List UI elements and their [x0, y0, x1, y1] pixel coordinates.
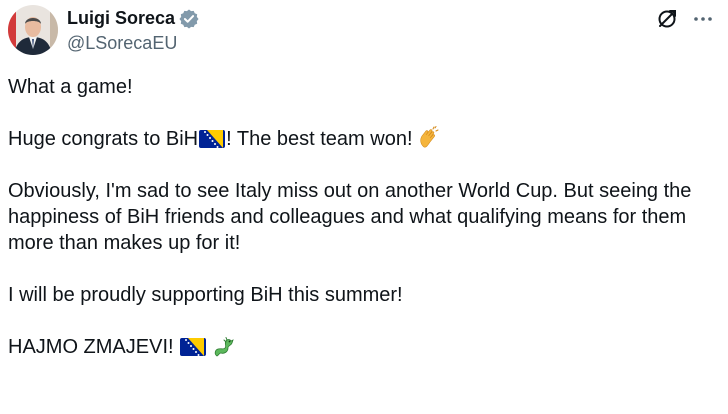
more-options-icon[interactable] [692, 8, 714, 30]
clapping-hands-icon [417, 126, 441, 150]
bih-flag-icon [180, 337, 207, 356]
tweet-line-3: Obviously, I'm sad to see Italy miss out… [8, 180, 692, 254]
tweet-card: Luigi Soreca @LSorecaEU What a game! Hug… [0, 0, 728, 414]
grok-icon[interactable] [656, 8, 678, 30]
tweet-line-2-start: Huge congrats to BiH [8, 128, 199, 150]
tweet-text: What a game! Huge congrats to BiH ! The b… [8, 74, 720, 386]
tweet-line-5-text: HAJMO ZMAJEVI! [8, 336, 174, 358]
verified-badge-icon [179, 8, 199, 29]
tweet-line-2-end: ! The best team won! [226, 128, 413, 150]
tweet-line-2: Huge congrats to BiH ! The best team won! [8, 126, 720, 152]
tweet-header: Luigi Soreca @LSorecaEU [8, 4, 199, 56]
author-names: Luigi Soreca @LSorecaEU [67, 7, 199, 54]
author-avatar[interactable] [8, 5, 58, 55]
tweet-line-4: I will be proudly supporting BiH this su… [8, 284, 403, 306]
author-display-name[interactable]: Luigi Soreca [67, 8, 175, 29]
tweet-line-5: HAJMO ZMAJEVI! [8, 334, 720, 360]
tweet-actions [656, 8, 714, 30]
author-handle[interactable]: @LSorecaEU [67, 33, 199, 54]
tweet-line-1: What a game! [8, 76, 133, 98]
bih-flag-icon [199, 129, 226, 148]
dragon-icon [211, 334, 235, 358]
